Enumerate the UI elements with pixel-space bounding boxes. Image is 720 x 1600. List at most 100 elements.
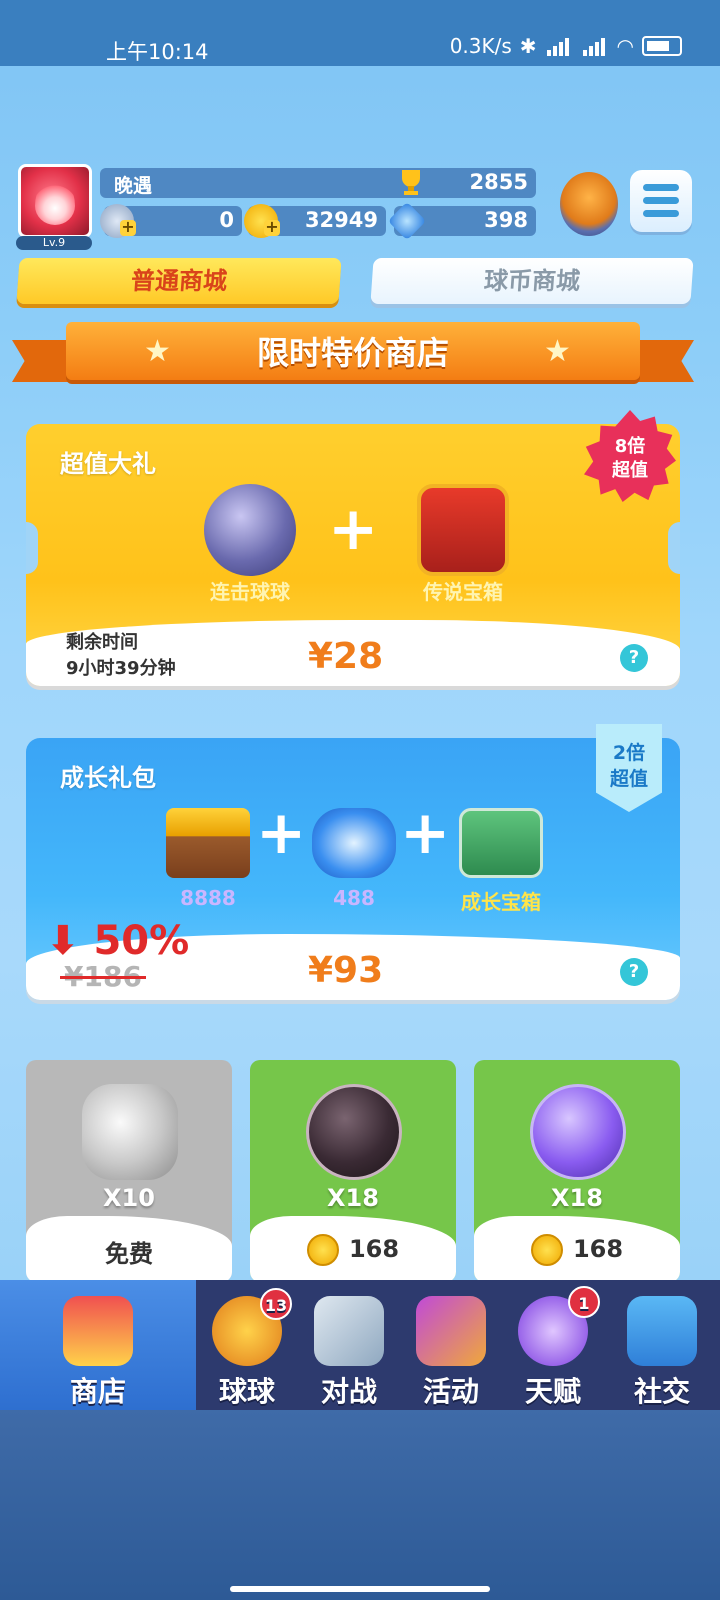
home-indicator[interactable] bbox=[230, 1586, 490, 1592]
game-shop-screen: 上午10:14 0.3K/s ✱ ◠ Lv.9 晚遇 2855 + 0 + 32… bbox=[0, 0, 720, 1600]
notification-badge: 13 bbox=[260, 1288, 292, 1320]
gold-coin-icon: + bbox=[244, 204, 280, 238]
nav-battle[interactable]: 对战 bbox=[298, 1280, 400, 1410]
gold-crate-icon bbox=[166, 808, 250, 878]
nav-events[interactable]: 活动 bbox=[400, 1280, 502, 1410]
diamond-currency[interactable]: 398 bbox=[387, 201, 536, 241]
tile-cost-value: 168 bbox=[348, 1235, 400, 1263]
down-arrow-icon: ⬇ bbox=[46, 918, 80, 964]
nav-label: 社交 bbox=[633, 1375, 690, 1408]
limited-shop-banner: ★ 限时特价商店 ★ bbox=[66, 322, 640, 380]
trophy-count: 2855 bbox=[469, 170, 528, 194]
deal-price[interactable]: ¥93 bbox=[308, 950, 383, 991]
plus-icon: + bbox=[400, 798, 451, 868]
coin-icon bbox=[306, 1234, 339, 1266]
bottom-nav: 商店 13 球球 对战 活动 1 天赋 社交 bbox=[0, 1280, 720, 1410]
legend-chest-icon bbox=[417, 484, 509, 576]
old-price: ¥186 bbox=[60, 960, 146, 993]
deal-item-label: 连击球球 bbox=[210, 580, 290, 604]
nav-label: 对战 bbox=[320, 1375, 377, 1408]
nav-balls[interactable]: 13 球球 bbox=[196, 1280, 298, 1410]
party-popper-icon bbox=[416, 1296, 486, 1366]
sword-ball-icon bbox=[306, 1084, 402, 1180]
plus-icon: + bbox=[256, 798, 307, 868]
badge-label: 超值 bbox=[612, 460, 648, 481]
shop-tile-silver-stones[interactable]: X10 免费 bbox=[26, 1060, 232, 1282]
nav-label: 球球 bbox=[218, 1375, 275, 1408]
shop-icon bbox=[63, 1296, 133, 1366]
deal-title: 成长礼包 bbox=[60, 764, 156, 792]
network-speed: 0.3K/s bbox=[449, 34, 512, 58]
nav-shop[interactable]: 商店 bbox=[0, 1280, 196, 1410]
menu-line bbox=[643, 197, 679, 204]
add-icon: + bbox=[264, 217, 280, 236]
player-name: 晚遇 bbox=[114, 175, 153, 197]
nav-label: 活动 bbox=[422, 1375, 479, 1408]
status-bar: 上午10:14 0.3K/s ✱ ◠ bbox=[0, 0, 720, 66]
deal-title: 超值大礼 bbox=[60, 450, 156, 478]
deal-price[interactable]: ¥28 bbox=[308, 636, 383, 677]
star-coin-icon: + bbox=[100, 204, 136, 238]
status-right: 0.3K/s ✱ ◠ bbox=[450, 34, 682, 58]
nav-social[interactable]: 社交 bbox=[604, 1280, 720, 1410]
player-level: Lv.9 bbox=[16, 236, 92, 250]
nav-talent[interactable]: 1 天赋 bbox=[502, 1280, 604, 1410]
shop-tile-clover-ball[interactable]: X18 168 bbox=[474, 1060, 680, 1282]
add-icon: + bbox=[120, 217, 136, 236]
star-currency[interactable]: + 0 bbox=[100, 204, 242, 238]
remain-label: 剩余时间 bbox=[66, 632, 138, 653]
deal-item-diamonds: 488 bbox=[306, 808, 402, 910]
deal-item-gold-crate: 8888 bbox=[158, 808, 258, 910]
wifi-icon: ◠ bbox=[616, 34, 634, 58]
tile-quantity: X18 bbox=[551, 1184, 603, 1212]
bottom-area bbox=[0, 1410, 720, 1600]
nav-label: 天赋 bbox=[524, 1375, 581, 1408]
shop-tile-sword-ball[interactable]: X18 168 bbox=[250, 1060, 456, 1282]
tile-quantity: X10 bbox=[103, 1184, 155, 1212]
rank-badge-icon[interactable] bbox=[560, 172, 618, 236]
star-icon: ★ bbox=[544, 334, 571, 369]
tile-cost-value: 168 bbox=[572, 1235, 624, 1263]
star-currency-value: 0 bbox=[219, 208, 234, 232]
notification-badge: 1 bbox=[568, 1286, 600, 1318]
menu-line bbox=[643, 184, 679, 191]
deal-item-label: 传说宝箱 bbox=[423, 580, 503, 604]
bluetooth-icon: ✱ bbox=[519, 34, 537, 58]
menu-line bbox=[643, 210, 679, 217]
battery-icon bbox=[642, 36, 682, 56]
status-time: 上午10:14 bbox=[106, 40, 209, 64]
discount-value: 50% bbox=[93, 918, 190, 964]
diamond-currency-value: 398 bbox=[484, 208, 528, 232]
clover-ball-icon bbox=[530, 1084, 626, 1180]
coin-icon bbox=[530, 1234, 563, 1266]
tile-cost: 168 bbox=[474, 1234, 680, 1266]
deal-item-legend-chest: 传说宝箱 bbox=[398, 484, 528, 605]
gold-currency[interactable]: + 32949 bbox=[244, 204, 386, 238]
gold-currency-value: 32949 bbox=[304, 208, 378, 232]
deal-item-label: 成长宝箱 bbox=[461, 890, 541, 914]
tab-ballcoin-shop[interactable]: 球币商城 bbox=[370, 258, 694, 304]
tile-cost: 免费 bbox=[105, 1240, 153, 1268]
deal-item-label: 8888 bbox=[180, 886, 236, 910]
growth-chest-icon bbox=[459, 808, 543, 878]
plus-icon: + bbox=[328, 494, 379, 564]
player-avatar[interactable] bbox=[18, 164, 92, 238]
badge-multiplier: 2倍 bbox=[612, 742, 646, 764]
player-name-bar: 晚遇 2855 bbox=[100, 168, 536, 198]
flame-icon bbox=[35, 177, 75, 225]
help-icon[interactable]: ? bbox=[620, 958, 648, 986]
menu-button[interactable] bbox=[630, 170, 692, 232]
help-icon[interactable]: ? bbox=[620, 644, 648, 672]
nav-label: 商店 bbox=[69, 1375, 126, 1408]
crossed-swords-icon bbox=[314, 1296, 384, 1366]
discount-label: ⬇ 50% bbox=[46, 918, 189, 964]
remaining-time: 剩余时间 9小时39分钟 bbox=[66, 630, 176, 682]
card-notch bbox=[26, 522, 38, 574]
badge-label: 超值 bbox=[609, 768, 648, 790]
deal-card-value-gift[interactable]: 超值大礼 连击球球 + 传说宝箱 剩余时间 9小时39分钟 ¥28 ? bbox=[26, 424, 680, 686]
signal-icon-2 bbox=[582, 38, 605, 56]
diamond-pile-icon bbox=[312, 808, 396, 878]
tab-normal-shop[interactable]: 普通商城 bbox=[16, 258, 342, 304]
trophy-icon bbox=[402, 170, 420, 195]
diamond-icon bbox=[387, 201, 427, 241]
